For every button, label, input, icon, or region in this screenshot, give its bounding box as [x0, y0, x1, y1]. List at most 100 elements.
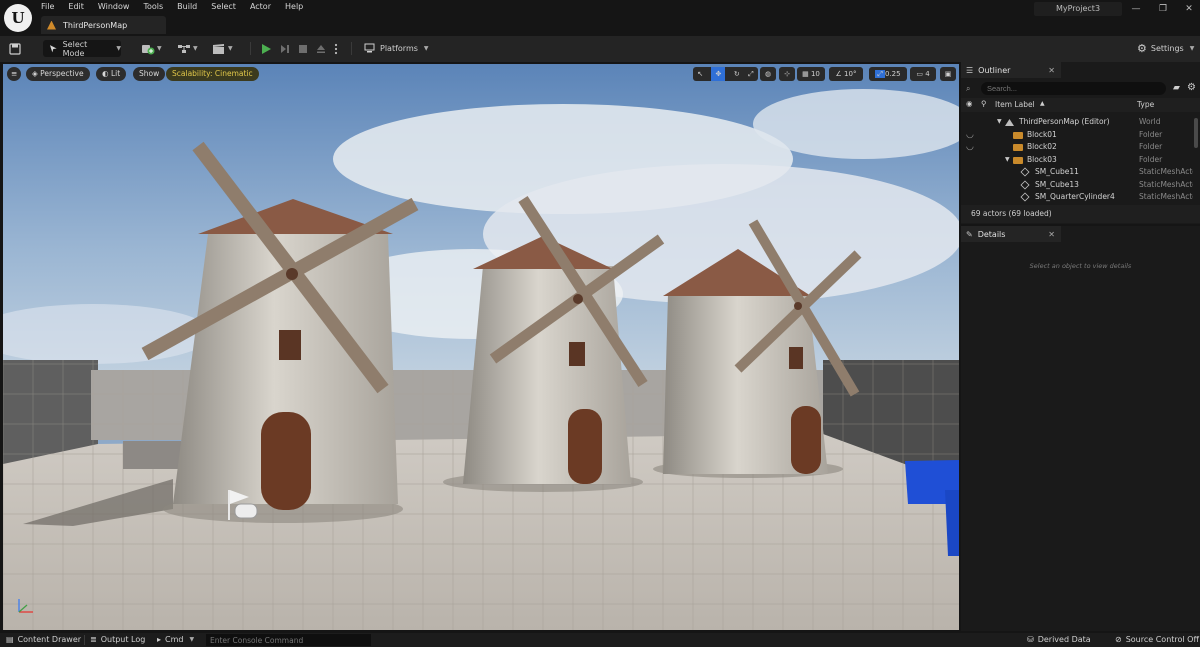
console-command-input[interactable] [206, 634, 371, 646]
menu-actor[interactable]: Actor [250, 1, 279, 13]
lit-dropdown[interactable]: ◐ Lit [96, 67, 127, 81]
settings-dropdown[interactable]: ⚙ Settings ▼ [1137, 40, 1194, 57]
add-actor-button[interactable]: ▼ [141, 40, 162, 57]
sort-asc-icon: ▲ [1040, 100, 1045, 107]
tree-type: Folder [1139, 154, 1163, 164]
translate-tool-icon[interactable]: ✥ [711, 67, 726, 81]
menu-select[interactable]: Select [211, 1, 244, 13]
show-dropdown[interactable]: Show [133, 67, 166, 81]
select-mode-dropdown[interactable]: Select Mode ▼ [43, 40, 121, 58]
tree-row-folder[interactable]: ▼ Block03 Folder [961, 154, 1193, 167]
gear-icon[interactable]: ⚙ [1187, 82, 1196, 93]
rotate-tool-icon[interactable]: ↻ [734, 67, 740, 81]
step-icon [281, 44, 289, 53]
play-options-button[interactable] [334, 40, 338, 57]
surface-snap-icon[interactable]: ⊹ [779, 67, 795, 81]
tree-row-folder[interactable]: ◡ Block02 Folder [961, 141, 1193, 154]
close-icon[interactable]: ✕ [1048, 230, 1055, 239]
details-icon: ✎ [966, 229, 973, 239]
pin-icon[interactable]: ⚲ [981, 99, 987, 108]
advance-frame-button[interactable] [280, 40, 290, 57]
tree-type: StaticMeshActor [1139, 179, 1193, 189]
scalability-warning[interactable]: Scalability: Cinematic [166, 67, 259, 81]
tree-type: Folder [1139, 129, 1163, 139]
outliner-scrollbar[interactable] [1194, 118, 1198, 148]
tree-type: World [1139, 117, 1161, 126]
level-viewport[interactable]: ≡ ◈ Perspective ◐ Lit Show Scalability: … [3, 64, 959, 630]
derived-data-button[interactable]: ⛁ Derived Data [1027, 633, 1091, 647]
settings-label: Settings [1150, 44, 1184, 53]
menu-file[interactable]: File [41, 1, 62, 13]
tree-row-actor[interactable]: SM_Cube13 StaticMeshActor [961, 179, 1193, 192]
cmd-label: Cmd [165, 635, 184, 644]
save-button[interactable] [9, 40, 21, 57]
menu-window[interactable]: Window [98, 1, 138, 13]
content-drawer-button[interactable]: ▤ Content Drawer [6, 633, 81, 647]
play-icon [262, 43, 271, 54]
scale-snap-toggle[interactable]: ⤢ 0.25 [869, 67, 907, 81]
visibility-icon[interactable]: ◉ [966, 99, 973, 108]
add-folder-icon[interactable]: ▰ [1173, 83, 1180, 93]
output-log-button[interactable]: ≣ Output Log [90, 633, 145, 647]
perspective-dropdown[interactable]: ◈ Perspective [26, 67, 90, 81]
close-icon[interactable]: ✕ [1048, 66, 1055, 75]
source-control-button[interactable]: ⊘ Source Control Off [1115, 633, 1199, 647]
status-bar: ▤ Content Drawer ≣ Output Log ▸ Cmd ▼ ⛁ … [0, 633, 1200, 647]
stop-button[interactable] [298, 40, 308, 57]
minimize-button[interactable]: — [1129, 2, 1143, 16]
unreal-logo-icon[interactable]: U [4, 4, 32, 32]
visibility-closed-icon[interactable]: ◡ [966, 141, 974, 154]
scale-snap-value: 0.25 [885, 70, 901, 78]
rotation-snap-toggle[interactable]: ∠ 10° [829, 67, 863, 81]
menu-build[interactable]: Build [177, 1, 205, 13]
derived-data-label: Derived Data [1037, 635, 1091, 644]
play-button[interactable] [262, 40, 271, 57]
lit-label: Lit [110, 69, 121, 78]
eject-button[interactable] [316, 40, 326, 57]
stop-icon [299, 44, 307, 53]
map-icon [47, 20, 56, 30]
maximize-viewport-icon[interactable]: ▣ [940, 67, 956, 81]
source-control-label: Source Control Off [1125, 635, 1199, 644]
tab-outliner[interactable]: ☰ Outliner ✕ [961, 62, 1061, 78]
kebab-menu-icon [334, 43, 338, 54]
platforms-dropdown[interactable]: Platforms ▼ [364, 40, 429, 57]
tree-label: SM_Cube13 [1035, 179, 1079, 189]
tab-details[interactable]: ✎ Details ✕ [961, 226, 1061, 242]
tree-type: Folder [1139, 142, 1163, 151]
menu-edit[interactable]: Edit [68, 1, 92, 13]
tree-row-actor[interactable]: SM_QuarterCylinder4 StaticMeshActor [961, 191, 1193, 204]
static-mesh-icon [1020, 179, 1030, 190]
blueprints-button[interactable]: ▼ [177, 40, 198, 57]
close-button[interactable]: ✕ [1182, 2, 1196, 16]
menu-help[interactable]: Help [285, 1, 311, 13]
menu-tools[interactable]: Tools [143, 1, 171, 13]
item-label-header[interactable]: Item Label [995, 100, 1035, 109]
cinematics-button[interactable]: ▼ [212, 40, 233, 57]
visibility-closed-icon[interactable]: ◡ [966, 129, 974, 142]
menu-bar: File Edit Window Tools Build Select Acto… [41, 1, 317, 13]
expand-arrow-icon[interactable]: ▼ [1005, 154, 1010, 167]
tree-row-world[interactable]: ▼ ThirdPersonMap (Editor) World [961, 116, 1193, 129]
outliner-search-input[interactable] [981, 82, 1166, 95]
chevron-down-icon: ▼ [116, 45, 121, 52]
grid-icon: ▦ [802, 70, 811, 78]
tree-row-actor[interactable]: SM_Cube11 StaticMeshActor [961, 166, 1193, 179]
main-toolbar: Select Mode ▼ ▼ ▼ ▼ Platforms ▼ ⚙ Settin… [0, 36, 1200, 62]
scale-tool-icon[interactable]: ⤢ [748, 67, 754, 81]
select-tool-icon[interactable]: ↖ [697, 67, 703, 81]
outliner-tab-label: Outliner [978, 65, 1011, 75]
expand-arrow-icon[interactable]: ▼ [997, 116, 1002, 129]
tree-label: Block01 [1027, 129, 1057, 139]
grid-snap-toggle[interactable]: ▦ 10 [797, 67, 825, 81]
type-header[interactable]: Type [1137, 100, 1154, 109]
tab-third-person-map[interactable]: ThirdPersonMap [41, 16, 166, 34]
world-space-icon[interactable]: ◍ [760, 67, 776, 81]
chevron-down-icon: ▼ [423, 45, 429, 52]
camera-speed-button[interactable]: ▭ 4 [910, 67, 936, 81]
cmd-dropdown[interactable]: ▸ Cmd ▼ [157, 633, 194, 647]
tree-row-folder[interactable]: ◡ Block01 Folder [961, 129, 1193, 142]
lit-icon: ◐ [102, 69, 111, 78]
maximize-button[interactable]: ❐ [1156, 2, 1170, 16]
details-panel: ✎ Details ✕ Select an object to view det… [961, 226, 1200, 631]
